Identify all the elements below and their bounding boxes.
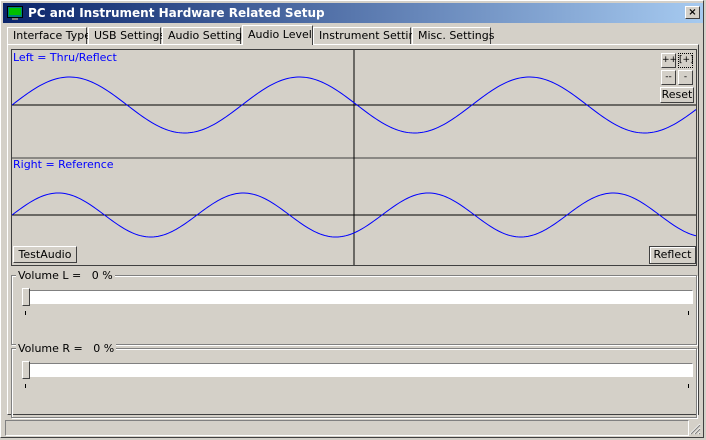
volume-right-track xyxy=(24,363,693,377)
volume-left-min-tick xyxy=(25,311,26,315)
window-title: PC and Instrument Hardware Related Setup xyxy=(28,6,325,20)
zoom-in-button[interactable]: ++ xyxy=(661,53,677,68)
resize-grip-icon[interactable] xyxy=(689,423,701,435)
app-icon xyxy=(7,6,23,20)
right-channel-label: Right = Reference xyxy=(13,158,114,171)
zoom-fit-button[interactable]: [+] xyxy=(678,53,694,68)
status-bar xyxy=(3,419,703,437)
reflect-button[interactable]: Reflect xyxy=(649,246,696,264)
volume-right-slider-thumb[interactable] xyxy=(22,361,30,379)
volume-left-max-tick xyxy=(688,311,689,315)
tab-interface-type[interactable]: Interface Type xyxy=(7,27,91,44)
volume-left-caption: Volume L = 0 % xyxy=(16,269,115,282)
volume-left-slider-thumb[interactable] xyxy=(22,288,30,306)
tab-misc-settings[interactable]: Misc. Settings xyxy=(412,27,494,44)
volume-right-label: Volume R = xyxy=(18,342,83,355)
volume-left-label: Volume L = xyxy=(18,269,82,282)
volume-right-min-tick xyxy=(25,384,26,388)
tab-instrument-settings[interactable]: Instrument Settings xyxy=(313,27,428,44)
volume-left-value: 0 % xyxy=(91,269,113,282)
audio-level-panel: Left = Thru/Reflect Right = Reference ++… xyxy=(7,44,699,418)
status-pane xyxy=(5,420,689,436)
volume-right-group: Volume R = 0 % xyxy=(11,342,697,418)
volume-left-track xyxy=(24,290,693,304)
tab-usb-settings[interactable]: USB Settings xyxy=(88,27,165,44)
volume-right-caption: Volume R = 0 % xyxy=(16,342,117,355)
close-button[interactable]: × xyxy=(685,6,700,19)
zoom-out-button[interactable]: -- xyxy=(661,70,676,85)
volume-right-max-tick xyxy=(688,384,689,388)
left-channel-label: Left = Thru/Reflect xyxy=(13,51,117,64)
setup-window: PC and Instrument Hardware Related Setup… xyxy=(0,0,704,438)
reset-button[interactable]: Reset xyxy=(660,87,694,103)
tab-audio-settings[interactable]: Audio Settings xyxy=(162,27,248,44)
close-icon: × xyxy=(688,7,697,18)
volume-right-value: 0 % xyxy=(93,342,115,355)
title-bar[interactable]: PC and Instrument Hardware Related Setup… xyxy=(3,3,703,23)
volume-left-group: Volume L = 0 % xyxy=(11,269,697,345)
tab-audio-level[interactable]: Audio Level xyxy=(242,25,313,45)
minus-button[interactable]: - xyxy=(678,70,693,85)
oscilloscope-display: Left = Thru/Reflect Right = Reference ++… xyxy=(11,49,697,266)
waveform-plot xyxy=(12,50,696,265)
test-audio-button[interactable]: TestAudio xyxy=(13,246,77,263)
